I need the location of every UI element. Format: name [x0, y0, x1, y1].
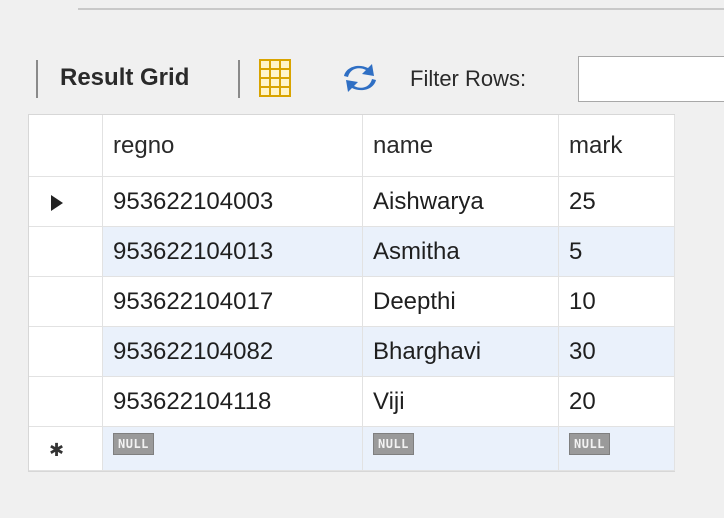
column-header-mark[interactable]: mark	[559, 115, 675, 177]
cell-name[interactable]: Deepthi	[363, 277, 559, 327]
grid-layout-icon[interactable]	[258, 58, 292, 98]
toolbar-separator	[238, 60, 240, 98]
result-toolbar: Result Grid Filter Rows:	[0, 52, 724, 110]
table-row[interactable]: 953622104013 Asmitha 5	[29, 227, 675, 277]
filter-rows-input[interactable]	[578, 56, 724, 102]
cell-mark[interactable]: 10	[559, 277, 675, 327]
cell-regno-null[interactable]: NULL	[103, 427, 363, 471]
filter-rows-label: Filter Rows:	[410, 66, 527, 91]
row-marker[interactable]	[29, 377, 103, 427]
cell-name[interactable]: Asmitha	[363, 227, 559, 277]
row-marker[interactable]	[29, 177, 103, 227]
new-row-marker[interactable]: ✱	[29, 427, 103, 471]
cell-mark[interactable]: 5	[559, 227, 675, 277]
null-badge: NULL	[113, 433, 154, 455]
header-corner	[29, 115, 103, 177]
result-grid-tab[interactable]: Result Grid	[60, 64, 189, 92]
new-row[interactable]: ✱ NULL NULL NULL	[29, 427, 675, 471]
cell-mark-null[interactable]: NULL	[559, 427, 675, 471]
table-row[interactable]: 953622104118 Viji 20	[29, 377, 675, 427]
table-row[interactable]: 953622104082 Bharghavi 30	[29, 327, 675, 377]
table-row[interactable]: 953622104003 Aishwarya 25	[29, 177, 675, 227]
cell-name[interactable]: Bharghavi	[363, 327, 559, 377]
cell-regno[interactable]: 953622104003	[103, 177, 363, 227]
result-grid: regno name mark 953622104003 Aishwarya 2…	[28, 114, 675, 472]
toolbar-separator	[36, 60, 38, 98]
cell-regno[interactable]: 953622104017	[103, 277, 363, 327]
cell-mark[interactable]: 20	[559, 377, 675, 427]
grid-header-row: regno name mark	[29, 115, 675, 177]
null-badge: NULL	[569, 433, 610, 455]
new-row-star-icon: ✱	[49, 440, 65, 460]
top-divider	[78, 8, 724, 10]
current-row-arrow-icon	[51, 195, 63, 211]
table-row[interactable]: 953622104017 Deepthi 10	[29, 277, 675, 327]
cell-mark[interactable]: 30	[559, 327, 675, 377]
row-marker[interactable]	[29, 327, 103, 377]
cell-name[interactable]: Aishwarya	[363, 177, 559, 227]
row-marker[interactable]	[29, 227, 103, 277]
refresh-icon[interactable]	[338, 60, 382, 96]
column-header-name[interactable]: name	[363, 115, 559, 177]
cell-mark[interactable]: 25	[559, 177, 675, 227]
null-badge: NULL	[373, 433, 414, 455]
cell-regno[interactable]: 953622104082	[103, 327, 363, 377]
cell-regno[interactable]: 953622104013	[103, 227, 363, 277]
column-header-regno[interactable]: regno	[103, 115, 363, 177]
row-marker[interactable]	[29, 277, 103, 327]
cell-name[interactable]: Viji	[363, 377, 559, 427]
cell-regno[interactable]: 953622104118	[103, 377, 363, 427]
cell-name-null[interactable]: NULL	[363, 427, 559, 471]
